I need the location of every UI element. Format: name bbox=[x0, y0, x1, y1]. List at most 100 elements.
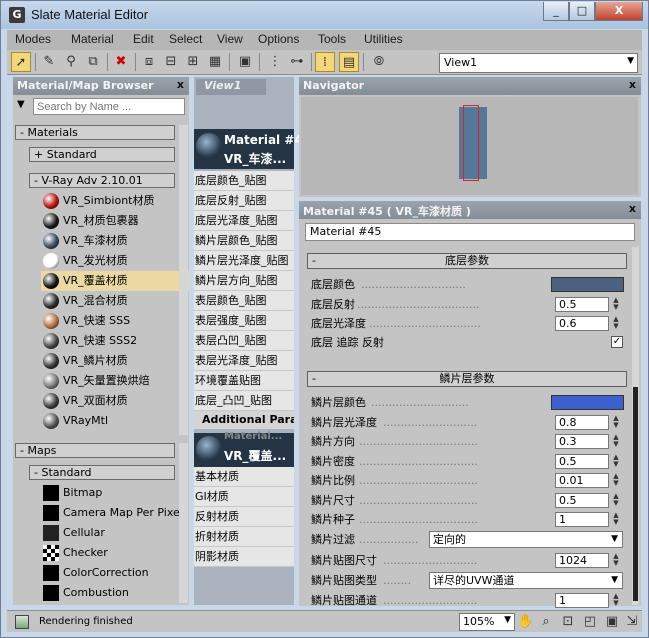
navigator-view-rect[interactable] bbox=[463, 105, 479, 181]
node-slot[interactable]: 表层强度_贴图 bbox=[194, 311, 294, 331]
select-by-material-icon[interactable]: ⦾ bbox=[369, 52, 389, 72]
menu-options[interactable]: Options bbox=[258, 32, 299, 46]
map-item[interactable]: ColorCorrection bbox=[41, 563, 189, 583]
menu-edit[interactable]: Edit bbox=[133, 32, 154, 46]
menu-utilities[interactable]: Utilities bbox=[364, 32, 403, 46]
spinner-arrows-icon[interactable]: ▲ ▼ bbox=[611, 473, 621, 488]
zoom-extents-icon[interactable]: ◰ bbox=[581, 613, 599, 631]
tab-view1[interactable]: View1 bbox=[196, 79, 266, 95]
navigator-preview[interactable] bbox=[301, 97, 638, 195]
params-scroll-thumb[interactable] bbox=[633, 387, 638, 601]
material-item[interactable]: VR_发光材质 bbox=[41, 251, 189, 271]
menu-select[interactable]: Select bbox=[169, 32, 202, 46]
material-item[interactable]: VR_快速 SSS bbox=[41, 311, 189, 331]
spinner-arrows-icon[interactable]: ▲ ▼ bbox=[611, 593, 621, 608]
material-map-browser-icon[interactable]: ⁞ bbox=[315, 52, 335, 72]
maps-group-header[interactable]: - Maps bbox=[15, 443, 175, 458]
parameter-editor-icon[interactable]: ▤ bbox=[339, 52, 359, 72]
materials-group-header[interactable]: - Materials bbox=[15, 125, 175, 140]
spinner-arrows-icon[interactable]: ▲ ▼ bbox=[611, 493, 621, 508]
browser-close-icon[interactable]: x bbox=[177, 78, 184, 91]
zoom-dropdown[interactable]: 105% ▼ bbox=[459, 613, 515, 631]
spinner-arrows-icon[interactable]: ▲ ▼ bbox=[611, 434, 621, 449]
flake-mapsize-spinner[interactable]: 1024 bbox=[555, 553, 609, 568]
base-layer-rollout[interactable]: - 底层参数 bbox=[307, 253, 627, 269]
map-item[interactable]: Camera Map Per Pixel bbox=[41, 503, 189, 523]
material-item[interactable]: VR_混合材质 bbox=[41, 291, 189, 311]
flake-color-swatch[interactable] bbox=[551, 395, 624, 410]
node-slot[interactable]: 底层颜色_贴图 bbox=[194, 171, 294, 191]
node-slot[interactable]: 鳞片层方向_贴图 bbox=[194, 271, 294, 291]
flake-size-spinner[interactable]: 0.5 bbox=[555, 493, 609, 508]
select-children-icon[interactable]: ⊟ bbox=[161, 52, 181, 72]
material-item[interactable]: VR_材质包裹器 bbox=[41, 211, 189, 231]
flake-filter-dropdown[interactable]: 定向的 ▼ bbox=[429, 531, 623, 548]
node-slot[interactable]: 阴影材质 bbox=[194, 547, 294, 567]
spinner-arrows-icon[interactable]: ▲ ▼ bbox=[611, 297, 621, 312]
material-item[interactable]: VR_双面材质 bbox=[41, 391, 189, 411]
flake-layer-rollout[interactable]: - 鳞片层参数 bbox=[307, 371, 627, 387]
override-node-header[interactable]: Material... VR_覆盖... bbox=[194, 431, 294, 469]
flake-maptype-dropdown[interactable]: 详尽的UVW通道 ▼ bbox=[429, 572, 623, 589]
flake-orient-spinner[interactable]: 0.3 bbox=[555, 434, 609, 449]
select-tool-icon[interactable]: ➚ bbox=[11, 52, 31, 72]
navigator-close-icon[interactable]: x bbox=[629, 78, 636, 91]
node-slot[interactable]: 底层_凸凹_贴图 bbox=[194, 391, 294, 411]
node-slot[interactable]: 底层光泽度_贴图 bbox=[194, 211, 294, 231]
params-scrollbar[interactable] bbox=[632, 247, 639, 605]
node-slot[interactable]: 鳞片层光泽度_贴图 bbox=[194, 251, 294, 271]
base-color-swatch[interactable] bbox=[551, 277, 624, 292]
car-paint-node-header[interactable]: Material #4 VR_车漆... bbox=[194, 129, 303, 169]
flake-density-spinner[interactable]: 0.5 bbox=[555, 454, 609, 469]
material-item[interactable]: VRayMtl bbox=[41, 411, 189, 431]
layout-children-icon[interactable]: ⊶ bbox=[287, 52, 307, 72]
node-slot[interactable]: 表层凸凹_贴图 bbox=[194, 331, 294, 351]
material-item[interactable]: VR_矢量置换烘焙 bbox=[41, 371, 189, 391]
hide-unused-icon[interactable]: ⊞ bbox=[183, 52, 203, 72]
background-icon[interactable]: ▦ bbox=[205, 52, 225, 72]
menu-modes[interactable]: Modes bbox=[15, 32, 51, 46]
resize-grip-icon[interactable]: ⇲ bbox=[623, 613, 641, 631]
show-map-icon[interactable]: ▣ bbox=[235, 52, 255, 72]
spinner-arrows-icon[interactable]: ▲ ▼ bbox=[611, 553, 621, 568]
flake-gloss-spinner[interactable]: 0.8 bbox=[555, 415, 609, 430]
material-name-field[interactable]: Material #45 bbox=[305, 223, 635, 241]
base-reflect-spinner[interactable]: 0.5 bbox=[555, 297, 609, 312]
maximize-button[interactable]: □ bbox=[569, 2, 595, 21]
assign-material-icon[interactable]: ⧉ bbox=[83, 52, 103, 72]
map-item[interactable]: Checker bbox=[41, 543, 189, 563]
view-select-dropdown[interactable]: View1 ▼ bbox=[439, 53, 638, 73]
menu-tools[interactable]: Tools bbox=[318, 32, 346, 46]
spinner-arrows-icon[interactable]: ▲ ▼ bbox=[611, 415, 621, 430]
node-slot[interactable]: 表层光泽度_贴图 bbox=[194, 351, 294, 371]
base-gloss-spinner[interactable]: 0.6 bbox=[555, 316, 609, 331]
node-slot[interactable]: 底层反射_贴图 bbox=[194, 191, 294, 211]
node-slot[interactable]: 折射材质 bbox=[194, 527, 294, 547]
spinner-arrows-icon[interactable]: ▲ ▼ bbox=[611, 512, 621, 527]
delete-icon[interactable]: ✖ bbox=[111, 52, 131, 72]
base-trace-checkbox[interactable]: ✓ bbox=[611, 336, 623, 348]
search-options-icon[interactable]: ▼ bbox=[17, 99, 25, 110]
materials-scrollbar[interactable] bbox=[179, 125, 188, 435]
zoom-selected-icon[interactable]: ▣ bbox=[603, 613, 621, 631]
layout-vertical-icon[interactable]: ⋮ bbox=[265, 52, 285, 72]
menu-material[interactable]: Material bbox=[71, 32, 114, 46]
params-close-icon[interactable]: x bbox=[629, 202, 636, 215]
search-input[interactable] bbox=[33, 98, 185, 115]
pan-hand-icon[interactable]: ✋ bbox=[517, 613, 535, 631]
additional-params[interactable]: Additional Params bbox=[194, 411, 294, 429]
spinner-arrows-icon[interactable]: ▲ ▼ bbox=[611, 316, 621, 331]
node-slot[interactable]: 鳞片层颜色_贴图 bbox=[194, 231, 294, 251]
material-item[interactable]: VR_Simbiont材质 bbox=[41, 191, 189, 211]
node-slot[interactable]: 反射材质 bbox=[194, 507, 294, 527]
vray-group-header[interactable]: - V-Ray Adv 2.10.01 bbox=[29, 173, 175, 188]
maps-scrollbar[interactable] bbox=[179, 443, 188, 603]
map-item[interactable]: Cellular bbox=[41, 523, 189, 543]
zoom-region-icon[interactable]: ⊡ bbox=[559, 613, 577, 631]
close-button[interactable]: X bbox=[595, 2, 643, 21]
maps-standard-group-header[interactable]: - Standard bbox=[29, 465, 175, 480]
standard-group-header[interactable]: + Standard bbox=[29, 147, 175, 162]
flake-mapchan-spinner[interactable]: 1 bbox=[555, 593, 609, 608]
spinner-arrows-icon[interactable]: ▲ ▼ bbox=[611, 454, 621, 469]
put-to-scene-icon[interactable]: ⚲ bbox=[61, 52, 81, 72]
